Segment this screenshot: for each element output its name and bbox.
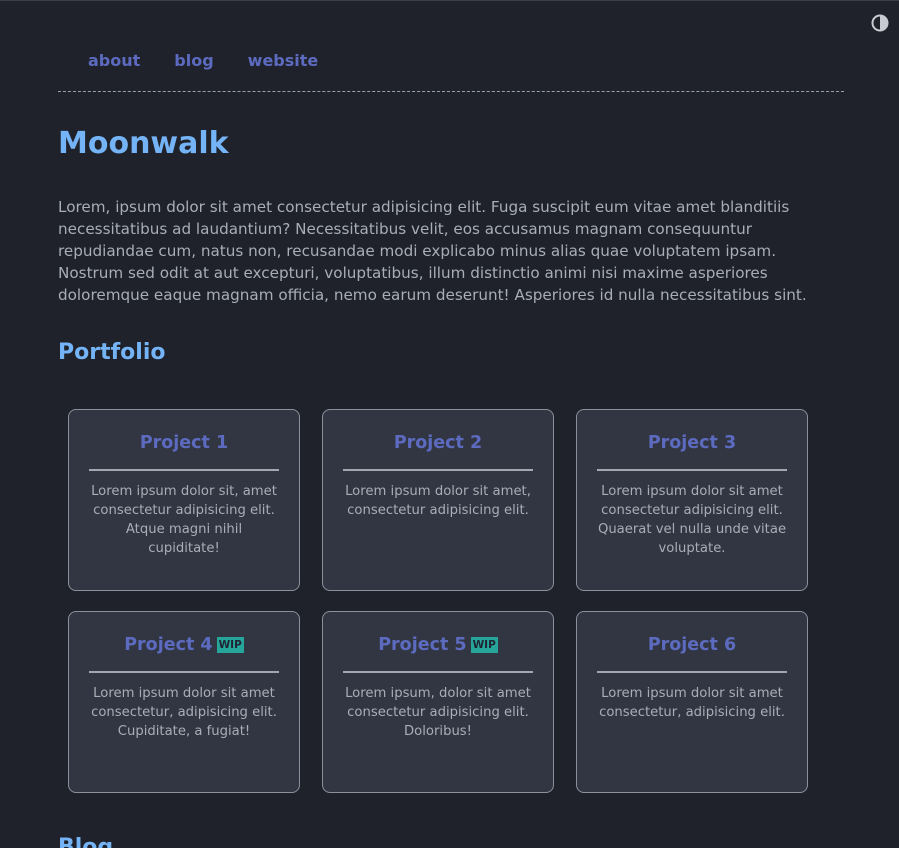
page: about blog website Moonwalk Lorem, ipsum… — [0, 0, 899, 848]
project-card-6[interactable]: Project 6 Lorem ipsum dolor sit amet con… — [576, 611, 808, 793]
page-title: Moonwalk — [58, 126, 229, 161]
project-card-1[interactable]: Project 1 Lorem ipsum dolor sit, amet co… — [68, 409, 300, 591]
theme-toggle-button[interactable] — [871, 14, 889, 32]
half-circle-contrast-icon — [871, 14, 889, 32]
nav-link-blog[interactable]: blog — [174, 51, 213, 71]
nav-divider — [58, 91, 844, 92]
project-grid: Project 1 Lorem ipsum dolor sit, amet co… — [68, 409, 808, 793]
project-description: Lorem ipsum dolor sit amet consectetur, … — [91, 686, 277, 739]
project-title: Project 5 — [378, 635, 467, 655]
project-title: Project 6 — [647, 635, 737, 655]
project-description: Lorem ipsum dolor sit, amet consectetur … — [91, 484, 277, 556]
project-card-2[interactable]: Project 2 Lorem ipsum dolor sit amet, co… — [322, 409, 554, 591]
project-card-3[interactable]: Project 3 Lorem ipsum dolor sit amet con… — [576, 409, 808, 591]
project-title: Project 4 — [124, 635, 213, 655]
project-description: Lorem ipsum dolor sit amet, consectetur … — [345, 484, 531, 518]
project-description: Lorem ipsum, dolor sit amet consectetur … — [345, 686, 531, 739]
wip-badge: WIP — [216, 637, 244, 653]
card-header: Project 1 — [89, 430, 279, 471]
blog-heading: Blog — [58, 835, 114, 848]
intro-paragraph: Lorem, ipsum dolor sit amet consectetur … — [58, 198, 807, 304]
project-title: Project 3 — [647, 433, 737, 453]
card-header: Project 4 WIP — [89, 632, 279, 673]
card-header: Project 6 — [597, 632, 787, 673]
top-nav: about blog website — [88, 51, 352, 71]
card-header: Project 2 — [343, 430, 533, 471]
card-header: Project 5 WIP — [343, 632, 533, 673]
nav-link-website[interactable]: website — [248, 51, 319, 71]
nav-link-about[interactable]: about — [88, 51, 140, 71]
project-card-4[interactable]: Project 4 WIP Lorem ipsum dolor sit amet… — [68, 611, 300, 793]
wip-badge: WIP — [470, 637, 498, 653]
project-description: Lorem ipsum dolor sit amet consectetur a… — [597, 484, 787, 556]
project-title: Project 2 — [393, 433, 483, 453]
project-description: Lorem ipsum dolor sit amet consectetur, … — [599, 686, 785, 720]
project-title: Project 1 — [139, 433, 229, 453]
portfolio-heading: Portfolio — [58, 340, 166, 365]
card-header: Project 3 — [597, 430, 787, 471]
project-card-5[interactable]: Project 5 WIP Lorem ipsum, dolor sit ame… — [322, 611, 554, 793]
